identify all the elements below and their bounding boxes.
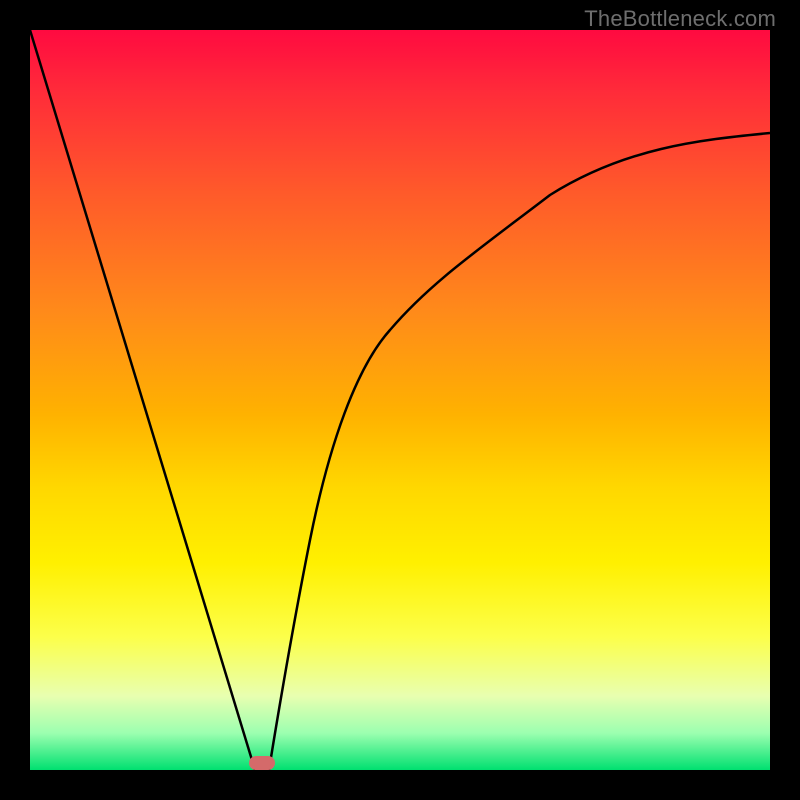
curve-right-branch bbox=[269, 133, 770, 770]
watermark-text: TheBottleneck.com bbox=[584, 6, 776, 32]
curve-left-branch bbox=[30, 30, 255, 770]
chart-frame: TheBottleneck.com bbox=[0, 0, 800, 800]
chart-plot-area bbox=[30, 30, 770, 770]
optimal-point-marker bbox=[249, 756, 275, 770]
bottleneck-curve bbox=[30, 30, 770, 770]
